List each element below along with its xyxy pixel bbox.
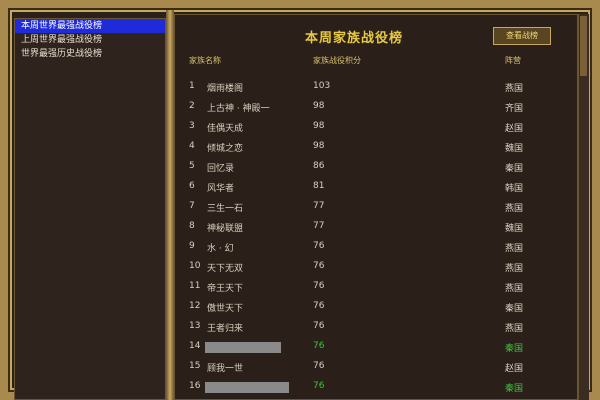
redacted-name-bar [205, 382, 289, 393]
family-name-cell: 烟雨楼阁 [207, 84, 244, 94]
camp-cell: 韩国 [505, 184, 524, 194]
table-row[interactable]: 9 水 · 幻 76 燕国 [175, 237, 575, 257]
table-row[interactable]: 12 傲世天下 76 秦国 [175, 297, 575, 317]
table-row[interactable]: 3 佳偶天成 98 赵国 [175, 117, 575, 137]
rank-cell: 8 [189, 221, 195, 231]
family-name-cell: 风华者 [207, 184, 235, 194]
panel-divider [166, 10, 174, 400]
page-title: 本周家族战役榜 [305, 31, 404, 46]
view-ranking-button[interactable]: 查看战榜 [493, 27, 551, 45]
camp-cell: 燕国 [505, 244, 524, 254]
score-cell: 76 [313, 281, 325, 291]
rank-cell: 3 [189, 121, 195, 131]
score-cell: 76 [313, 301, 325, 311]
family-name-cell: 神秘联盟 [207, 224, 244, 234]
table-row[interactable]: 6 风华者 81 韩国 [175, 177, 575, 197]
camp-cell: 秦国 [505, 164, 524, 174]
family-name-cell: 天下无双 [207, 264, 244, 274]
score-cell: 98 [313, 101, 325, 111]
family-name-cell: 倾城之恋 [207, 144, 244, 154]
camp-cell: 燕国 [505, 324, 524, 334]
score-cell: 98 [313, 141, 325, 151]
score-cell: 81 [313, 181, 325, 191]
table-row[interactable]: 8 神秘联盟 77 魏国 [175, 217, 575, 237]
camp-cell: 燕国 [505, 264, 524, 274]
table-row[interactable]: 7 三生一石 77 燕国 [175, 197, 575, 217]
score-cell: 98 [313, 121, 325, 131]
table-row[interactable]: 2 上古神 · 神殿一 98 齐国 [175, 97, 575, 117]
score-cell: 76 [313, 381, 325, 391]
family-name-cell: 傲世天下 [207, 304, 244, 314]
score-cell: 77 [313, 221, 325, 231]
nav-item-last-week-world[interactable]: 上周世界最强战役榜 [15, 33, 165, 47]
rank-cell: 15 [189, 361, 201, 371]
camp-cell: 赵国 [505, 124, 524, 134]
camp-cell: 秦国 [505, 384, 524, 394]
rank-cell: 1 [189, 81, 195, 91]
rank-cell: 7 [189, 201, 195, 211]
rank-cell: 13 [189, 321, 201, 331]
table-row[interactable]: 15 顾我一世 76 赵国 [175, 357, 575, 377]
ranking-category-list: 本周世界最强战役榜 上周世界最强战役榜 世界最强历史战役榜 [14, 18, 166, 400]
scrollbar[interactable] [578, 14, 589, 400]
column-header-score: 家族战役积分 [313, 56, 361, 65]
score-cell: 86 [313, 161, 325, 171]
family-name-cell: 三生一石 [207, 204, 244, 214]
ranking-panel: 本周家族战役榜 查看战榜 家族名称 家族战役积分 阵营 1 烟雨楼阁 103 燕国 2 上… [174, 14, 578, 400]
rank-cell: 12 [189, 301, 201, 311]
score-cell: 77 [313, 201, 325, 211]
table-row[interactable]: 13 王者归来 76 燕国 [175, 317, 575, 337]
camp-cell: 燕国 [505, 204, 524, 214]
table-row[interactable]: 10 天下无双 76 燕国 [175, 257, 575, 277]
table-row[interactable]: 11 帝王天下 76 燕国 [175, 277, 575, 297]
family-name-cell: 水 · 幻 [207, 244, 234, 254]
table-row[interactable]: 16 76 秦国 [175, 377, 575, 397]
score-cell: 76 [313, 341, 325, 351]
redacted-name-bar [205, 342, 281, 353]
family-name-cell: 佳偶天成 [207, 124, 244, 134]
camp-cell: 秦国 [505, 304, 524, 314]
family-name-cell: 回忆录 [207, 164, 235, 174]
family-name-cell: 上古神 · 神殿一 [207, 104, 270, 114]
family-name-cell: 顾我一世 [207, 364, 244, 374]
rank-cell: 4 [189, 141, 195, 151]
score-cell: 76 [313, 321, 325, 331]
camp-cell: 魏国 [505, 224, 524, 234]
camp-cell: 魏国 [505, 144, 524, 154]
table-row[interactable]: 14 76 秦国 [175, 337, 575, 357]
rank-cell: 9 [189, 241, 195, 251]
rank-cell: 5 [189, 161, 195, 171]
rank-cell: 11 [189, 281, 201, 291]
nav-item-this-week-world[interactable]: 本周世界最强战役榜 [15, 19, 165, 33]
family-name-cell: 帝王天下 [207, 284, 244, 294]
rank-cell: 2 [189, 101, 195, 111]
score-cell: 76 [313, 241, 325, 251]
camp-cell: 赵国 [505, 364, 524, 374]
table-row[interactable]: 5 回忆录 86 秦国 [175, 157, 575, 177]
nav-item-history-world[interactable]: 世界最强历史战役榜 [15, 47, 165, 61]
table-row[interactable]: 1 烟雨楼阁 103 燕国 [175, 77, 575, 97]
rank-cell: 10 [189, 261, 201, 271]
column-header-camp: 阵营 [505, 56, 521, 65]
score-cell: 76 [313, 361, 325, 371]
family-name-cell: 王者归来 [207, 324, 244, 334]
camp-cell: 燕国 [505, 284, 524, 294]
rank-cell: 6 [189, 181, 195, 191]
table-row[interactable]: 4 倾城之恋 98 魏国 [175, 137, 575, 157]
score-cell: 103 [313, 81, 331, 91]
camp-cell: 秦国 [505, 344, 524, 354]
camp-cell: 齐国 [505, 104, 524, 114]
score-cell: 76 [313, 261, 325, 271]
camp-cell: 燕国 [505, 84, 524, 94]
scrollbar-thumb[interactable] [580, 16, 587, 76]
column-header-name: 家族名称 [189, 56, 221, 65]
